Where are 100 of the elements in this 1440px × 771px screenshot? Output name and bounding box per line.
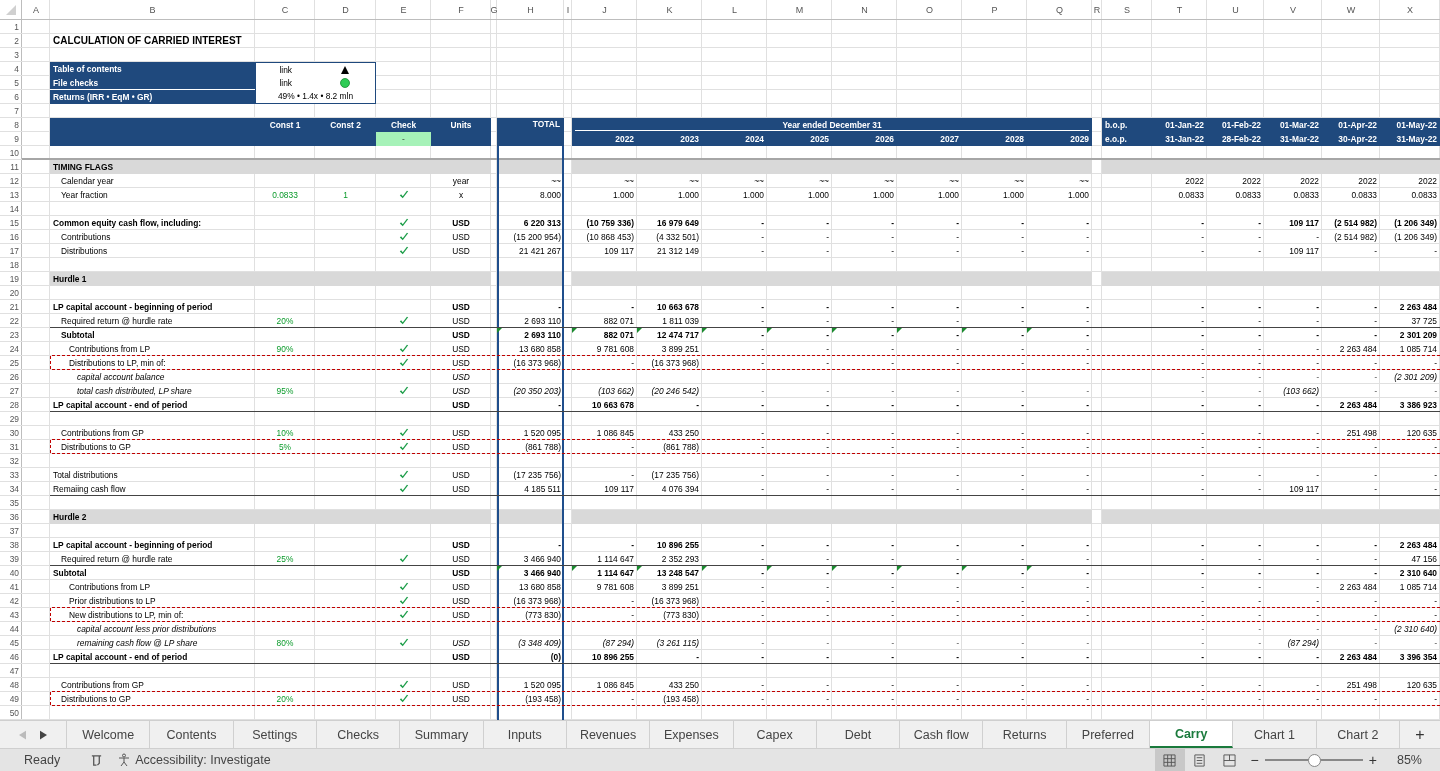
sheet-tab[interactable]: Carry — [1150, 721, 1234, 748]
column-header[interactable]: X — [1407, 5, 1413, 15]
row-number: 14 — [9, 204, 19, 214]
accessibility-icon[interactable] — [117, 753, 132, 767]
month-cell: - — [1374, 484, 1377, 494]
year-cell: - — [891, 442, 894, 452]
units-cell: USD — [452, 596, 470, 606]
scroll-right-icon[interactable] — [40, 729, 47, 740]
year-cell: - — [891, 540, 894, 550]
total-cell: (773 830) — [525, 610, 561, 620]
constant-value: 80% — [276, 638, 294, 648]
date-heading: 31-May-22 — [1396, 134, 1437, 144]
month-cell: - — [1434, 246, 1437, 256]
total-cell: ~~ — [551, 176, 561, 186]
column-header[interactable]: Q — [1056, 5, 1063, 15]
accessibility-status[interactable]: Accessibility: Investigate — [135, 753, 271, 767]
column-header[interactable]: L — [732, 5, 737, 15]
year-cell: 1.000 — [613, 190, 634, 200]
year-cell: - — [956, 386, 959, 396]
link[interactable]: link — [279, 78, 293, 88]
month-cell: - — [1434, 442, 1437, 452]
month-cell: - — [1201, 540, 1204, 550]
row-label: capital account balance — [77, 372, 165, 382]
column-header[interactable]: H — [527, 5, 534, 15]
year-cell: - — [956, 344, 959, 354]
column-header[interactable]: T — [1176, 5, 1183, 15]
month-cell: 120 635 — [1406, 428, 1437, 438]
date-heading: 31-Jan-22 — [1165, 134, 1204, 144]
column-header[interactable]: C — [281, 5, 289, 15]
total-cell: (193 458) — [525, 694, 561, 704]
month-cell: 47 156 — [1411, 554, 1437, 564]
year-cell: - — [1021, 638, 1024, 648]
row-number: 21 — [9, 302, 19, 312]
year-cell: 1 114 647 — [597, 568, 634, 578]
column-header[interactable]: B — [149, 5, 156, 15]
year-heading: 2022 — [615, 134, 634, 144]
date-heading: 01-Apr-22 — [1338, 120, 1377, 130]
row-label: Distributions to GP — [61, 442, 131, 452]
column-header[interactable]: U — [1232, 5, 1239, 15]
column-header[interactable]: F — [458, 5, 464, 15]
month-cell: 2022 — [1242, 176, 1261, 186]
triangle-icon[interactable] — [341, 65, 350, 74]
normal-view-icon[interactable] — [1154, 749, 1185, 771]
year-cell: (10 759 336) — [586, 218, 634, 228]
year-cell: (17 235 756) — [651, 470, 699, 480]
month-cell: (2 310 640) — [1394, 624, 1437, 634]
year-cell: 1 086 845 — [596, 428, 634, 438]
year-cell: - — [1021, 344, 1024, 354]
column-header[interactable]: N — [861, 5, 868, 15]
year-cell: - — [1021, 554, 1024, 564]
macro-icon[interactable] — [90, 753, 104, 767]
units-cell: USD — [452, 316, 470, 326]
zoom-in-button[interactable]: + — [1362, 752, 1383, 768]
column-header[interactable]: D — [342, 5, 349, 15]
column-header[interactable]: A — [33, 5, 39, 15]
link[interactable]: link — [279, 64, 293, 75]
column-header[interactable]: I — [566, 5, 570, 15]
slider-thumb[interactable] — [1307, 753, 1321, 767]
row-label: Remaiing cash flow — [53, 484, 126, 494]
section-band — [499, 272, 562, 286]
column-header[interactable]: K — [666, 5, 673, 15]
row-number: 46 — [9, 652, 19, 662]
year-cell: 1.000 — [808, 190, 829, 200]
column-header[interactable]: V — [1290, 5, 1296, 15]
column-header[interactable]: O — [926, 5, 933, 15]
column-header[interactable]: R — [1093, 5, 1101, 15]
month-cell: - — [1316, 624, 1319, 634]
zoom-out-button[interactable]: − — [1244, 752, 1265, 768]
total-cell: (3 348 409) — [518, 638, 561, 648]
year-cell: - — [761, 638, 764, 648]
column-header[interactable]: E — [400, 5, 407, 15]
row-number: 38 — [9, 540, 19, 550]
month-cell: - — [1374, 610, 1377, 620]
year-cell: - — [826, 652, 829, 662]
year-cell: - — [1021, 652, 1024, 662]
constant-value: 10% — [276, 428, 294, 438]
month-cell: - — [1258, 344, 1261, 354]
add-sheet-button[interactable]: + — [1400, 721, 1440, 748]
column-header[interactable]: G — [490, 5, 498, 15]
zoom-level[interactable]: 85% — [1396, 753, 1422, 767]
year-cell: - — [761, 344, 764, 354]
year-cell: - — [1086, 232, 1089, 242]
column-header[interactable]: M — [795, 5, 804, 15]
year-cell: - — [1086, 358, 1089, 368]
row-number: 39 — [9, 554, 19, 564]
year-heading: 2026 — [875, 134, 894, 144]
column-header[interactable]: W — [1346, 5, 1356, 15]
month-cell: - — [1201, 610, 1204, 620]
year-cell: - — [891, 596, 894, 606]
month-cell: - — [1316, 344, 1319, 354]
month-cell: - — [1258, 694, 1261, 704]
year-heading: 2023 — [680, 134, 699, 144]
column-header[interactable]: P — [991, 5, 998, 15]
column-header[interactable]: S — [1124, 5, 1130, 15]
column-header[interactable]: J — [602, 5, 607, 15]
year-cell: - — [1086, 386, 1089, 396]
year-cell: - — [761, 358, 764, 368]
month-cell: 3 396 354 — [1399, 652, 1437, 662]
year-cell: 1 114 647 — [597, 554, 634, 564]
row-label: Distributions to LP, min of: — [69, 358, 166, 368]
